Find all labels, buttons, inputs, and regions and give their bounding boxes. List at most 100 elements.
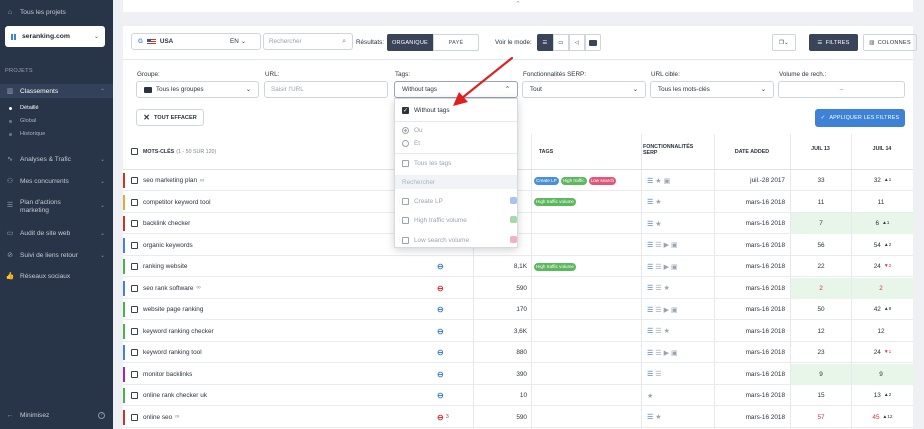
row-checkbox[interactable] (131, 198, 138, 206)
paid-label: PAYÉ (448, 39, 464, 46)
table-row[interactable]: online rank checker uk ⊖ 10 ★ mars-16 2018 15… (123, 385, 913, 406)
folder-view-button[interactable]: ▭ (553, 34, 569, 51)
keyword-text[interactable]: seo rank software (143, 285, 193, 292)
serp-select[interactable]: Tout ⌄ (522, 81, 646, 98)
project-selector[interactable]: seranking.com ⌄ (5, 26, 105, 47)
table-row[interactable]: seo rank software ∞ ⊖ 590 ☰ ☰ ★ mars-16 2018 2 2 (123, 277, 913, 299)
organic-toggle[interactable]: ORGANIQUE (387, 34, 433, 51)
nav-backlinks[interactable]: ⊘ Suivi de liens retour ⌄ (0, 248, 113, 262)
table-row[interactable]: monitor backlinks ⊖ 390 ☰ ☰ mars-16 2018 9 9 (123, 363, 913, 385)
project-name: seranking.com (22, 33, 70, 40)
date-header[interactable]: DATE ADDED (714, 149, 790, 155)
group-select[interactable]: Tous les groupes ⌄ (136, 81, 259, 98)
url-link-cell[interactable]: ⊖ (437, 364, 444, 385)
tag-search-input[interactable]: Rechercher (395, 175, 517, 189)
chevron-down-icon: ⌄ (245, 86, 251, 93)
table-row[interactable]: backlink checker ☰ ★ mars-16 2018 7 6 ▲1 (123, 213, 913, 234)
keyword-text[interactable]: monitor backlinks (143, 371, 192, 378)
table-row[interactable]: online seo ∞ ⊖ 3 590 ☰ ★ mars-16 2018 57 45 ▲12 (123, 407, 913, 428)
minimize-button[interactable]: ← Minimisez ? (0, 408, 113, 422)
clear-all-button[interactable]: ✕ TOUT EFFACER (136, 109, 204, 126)
tag-option[interactable]: ⋮ High traffic volume (395, 214, 517, 226)
volume-separator: – (839, 86, 844, 93)
help-icon[interactable]: ? (98, 411, 105, 419)
url-link-cell[interactable]: ⊖ (437, 299, 444, 320)
table-row[interactable]: ranking website ⊖ 8,1K High traffic volume ☰… (123, 256, 913, 277)
tag-badge[interactable]: High traffic (560, 176, 587, 185)
target-select[interactable]: Tous les mots-clés ⌄ (650, 81, 774, 98)
row-checkbox[interactable] (131, 241, 138, 249)
volume-range-input[interactable]: – (778, 81, 905, 98)
table-row[interactable]: keyword ranking tool ⊖ 880 ☰ ☰ ▶ ▣ mars-16 2018… (123, 342, 913, 363)
table-row[interactable]: competitor keyword tool High traffic volu… (123, 192, 913, 213)
option-or[interactable]: Ou (395, 125, 517, 136)
nav-social[interactable]: 👍 Réseaux sociaux (0, 269, 113, 283)
tag-option[interactable]: ⋮ Create LP (395, 195, 517, 207)
url-link-cell[interactable]: ⊖ 3 (437, 407, 449, 428)
keyword-text[interactable]: keyword ranking checker (143, 328, 214, 335)
list-view-button[interactable]: ☰ (537, 34, 553, 51)
nav-site-audit[interactable]: ▭ Audit de site web ⌄ (0, 226, 113, 240)
row-checkbox[interactable] (131, 177, 138, 184)
keyword-text[interactable]: ranking website (143, 263, 187, 270)
tag-view-button[interactable]: ◁ (569, 34, 585, 51)
row-checkbox[interactable] (131, 349, 138, 356)
nav-detailed[interactable]: Détaillé (0, 102, 113, 114)
jul13-position: 23 (817, 349, 825, 356)
keyword-text[interactable]: competitor keyword tool (143, 199, 211, 206)
nav-competitors[interactable]: ⚇ Mes concurrents ⌄ (0, 174, 113, 188)
url-link-cell[interactable]: ⊖ (437, 342, 444, 363)
table-row[interactable]: website page ranking ⊖ 170 ☰ ☰ ▶ ▣ mars-16 2018… (123, 299, 913, 320)
row-checkbox[interactable] (131, 284, 138, 292)
keywords-header-label[interactable]: MOTS-CLÉS (143, 149, 174, 155)
search-input[interactable]: Rechercher ⌕ (263, 33, 353, 50)
jul13-header[interactable]: JUIL 13 (790, 146, 851, 152)
row-checkbox[interactable] (131, 306, 138, 313)
keyword-text[interactable]: organic keywords (143, 242, 193, 249)
row-checkbox[interactable] (131, 413, 138, 421)
tag-badge[interactable]: Low search (588, 176, 617, 185)
tag-badge[interactable]: High traffic volume (534, 262, 576, 271)
tag-option[interactable]: ⋮ Low search volume (395, 234, 517, 246)
copy-button[interactable]: ❐⌄ (772, 34, 796, 51)
url-link-cell[interactable]: ⊖ (437, 321, 444, 342)
url-link-cell[interactable]: ⊖ (437, 278, 444, 299)
table-row[interactable]: keyword ranking checker ⊖ 3,6K ☰ ☰ ★ mars-16 2… (123, 321, 913, 342)
target-view-button[interactable] (585, 34, 601, 51)
tag-badge[interactable]: Create LP (534, 176, 559, 185)
apply-filters-button[interactable]: ✓ APPLIQUER LES FILTRES (815, 109, 905, 127)
url-link-cell[interactable]: ⊖ (437, 256, 444, 277)
search-engine-selector[interactable]: G USA EN ⌄ (131, 33, 261, 50)
row-checkbox[interactable] (131, 263, 138, 270)
option-all-tags[interactable]: Tous les tags (395, 157, 517, 169)
url-link-cell[interactable]: ⊖ (437, 385, 444, 406)
keyword-text[interactable]: website page ranking (143, 306, 203, 313)
nav-marketing-plan[interactable]: ☰ Plan d'actions marketing ⌄ (0, 199, 113, 221)
tag-badge[interactable]: High traffic volume (534, 198, 576, 206)
nav-analytics[interactable]: ∿ Analyses & Trafic ⌄ (0, 152, 113, 166)
table-row[interactable]: organic keywords ☰ ☰ ▶ ▣ mars-16 2018 56 54 ▲2 (123, 235, 913, 256)
keyword-text[interactable]: keyword ranking tool (143, 349, 202, 356)
all-projects-link[interactable]: ⌂ Tous les projets (0, 5, 113, 19)
row-checkbox[interactable] (131, 370, 138, 378)
paid-toggle[interactable]: PAYÉ (433, 34, 479, 51)
row-checkbox[interactable] (131, 327, 138, 335)
filters-button[interactable]: ☰ FILTRES (809, 34, 858, 51)
option-and[interactable]: Et (395, 138, 517, 149)
keyword-text[interactable]: backlink checker (143, 220, 190, 227)
select-all-checkbox[interactable] (131, 148, 138, 155)
jul14-header[interactable]: JUIL 14 (851, 146, 913, 152)
columns-button[interactable]: ▥ COLONNES (863, 34, 917, 51)
nav-rankings[interactable]: ▥ Classements ⌃ (0, 84, 113, 98)
nav-history[interactable]: Historique (0, 128, 113, 140)
jul13-position: 11 (817, 198, 825, 206)
url-input[interactable]: Saisir l'URL (264, 81, 388, 98)
row-checkbox[interactable] (131, 392, 138, 399)
keyword-text[interactable]: seo marketing plan (143, 177, 197, 184)
keyword-text[interactable]: online seo (143, 414, 172, 421)
row-checkbox[interactable] (131, 220, 138, 227)
table-row[interactable]: seo marketing plan ∞ Create LP High traffic… (123, 170, 913, 191)
keyword-text[interactable]: online rank checker uk (143, 392, 207, 399)
nav-global[interactable]: Global (0, 115, 113, 127)
collapse-toggle[interactable]: ⌃ (123, 0, 913, 12)
